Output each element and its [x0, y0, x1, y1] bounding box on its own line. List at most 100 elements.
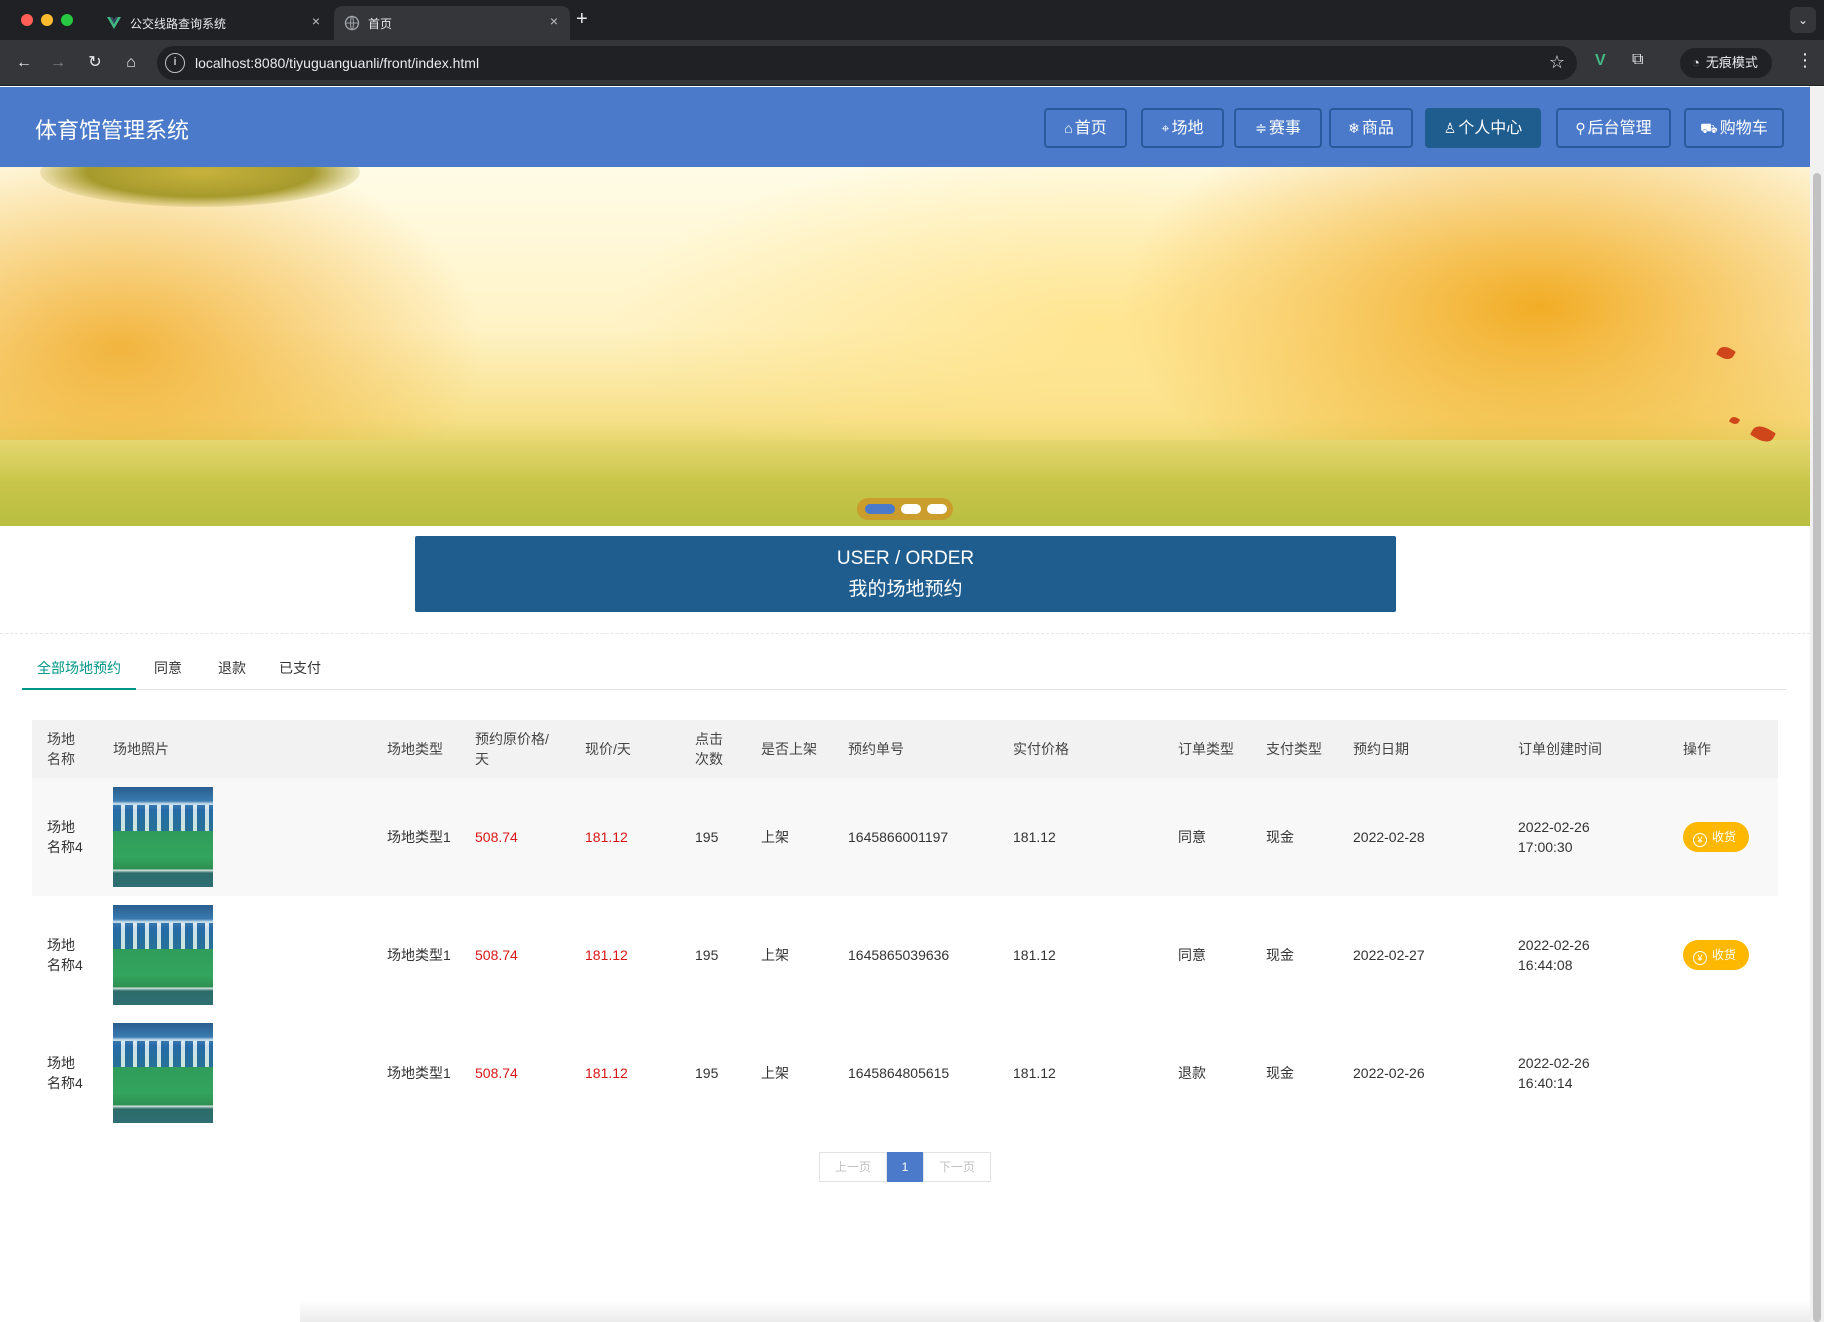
- page-scrollbar[interactable]: [1810, 87, 1824, 1322]
- browser-menu-icon[interactable]: ⋮: [1796, 50, 1814, 71]
- venue-photo[interactable]: [113, 905, 213, 1005]
- header-current-price: 现价/天: [585, 741, 631, 757]
- table-row: 场地名称4 场地类型1 508.74 181.12 195 上架 1645865…: [32, 896, 1778, 1014]
- receive-button-label: 收货: [1712, 948, 1737, 962]
- header-paid-price: 实付价格: [1013, 741, 1069, 757]
- tab-close-icon[interactable]: ×: [550, 13, 558, 29]
- header-venue-name: 场地名称: [47, 731, 75, 767]
- browser-toolbar: ← → ↻ ⌂ i localhost:8080/tiyuguanguanli/…: [0, 40, 1824, 86]
- section-title: USER / ORDER 我的场地预约: [415, 536, 1396, 612]
- venue-photo[interactable]: [113, 1023, 213, 1123]
- created-time: 2022-02-26 17:00:30: [1518, 819, 1590, 855]
- current-price: 181.12: [585, 947, 628, 963]
- venue-type: 场地类型1: [387, 829, 451, 845]
- maple-leaf-icon: [1716, 343, 1736, 363]
- back-arrow-icon[interactable]: ←: [12, 51, 36, 75]
- banner-carousel[interactable]: [0, 167, 1810, 526]
- prev-page-button[interactable]: 上一页: [819, 1152, 887, 1182]
- listed-status: 上架: [761, 1065, 789, 1081]
- browser-tab-bar: 公交线路查询系统 × 首页 × + ⌄: [0, 0, 1824, 40]
- booking-date: 2022-02-26: [1353, 1065, 1425, 1081]
- header-created-time: 订单创建时间: [1518, 741, 1602, 757]
- carousel-dot[interactable]: [927, 504, 947, 514]
- nav-venue[interactable]: ⌖ 场地: [1141, 108, 1224, 148]
- scrollbar-thumb[interactable]: [1813, 173, 1821, 1322]
- receive-button[interactable]: ¥ 收货: [1683, 940, 1750, 970]
- site-info-icon[interactable]: i: [165, 53, 185, 73]
- carousel-dot[interactable]: [901, 504, 921, 514]
- tab-close-icon[interactable]: ×: [312, 13, 320, 29]
- tab-refund[interactable]: 退款: [206, 648, 258, 690]
- nav-admin[interactable]: ⚲ 后台管理: [1556, 108, 1671, 148]
- order-number: 1645864805615: [848, 1065, 950, 1081]
- created-time: 2022-02-26 16:44:08: [1518, 937, 1590, 973]
- url-text[interactable]: localhost:8080/tiyuguanguanli/front/inde…: [195, 55, 479, 71]
- window-minimize-button[interactable]: [41, 14, 53, 26]
- header-venue-photo: 场地照片: [113, 741, 169, 757]
- order-type: 同意: [1178, 829, 1206, 845]
- table-row: 场地名称4 场地类型1 508.74 181.12 195 上架 1645866…: [32, 778, 1778, 896]
- incognito-icon: ◔: [1692, 55, 1700, 70]
- original-price: 508.74: [475, 947, 518, 963]
- paid-price: 181.12: [1013, 947, 1056, 963]
- tag-icon: ⌖: [1161, 120, 1170, 136]
- browser-tab[interactable]: 公交线路查询系统 ×: [96, 6, 332, 40]
- payment-type: 现金: [1266, 829, 1294, 845]
- page-number-current[interactable]: 1: [887, 1152, 923, 1182]
- click-count: 195: [695, 1065, 719, 1081]
- header-order-type: 订单类型: [1178, 741, 1234, 757]
- order-type: 同意: [1178, 947, 1206, 963]
- tab-approved[interactable]: 同意: [142, 648, 194, 690]
- venue-name: 场地名称4: [47, 937, 83, 973]
- nav-cart[interactable]: ⛟ 购物车: [1684, 108, 1784, 148]
- home-icon[interactable]: ⌂: [119, 51, 143, 75]
- cart-icon: ⛟: [1700, 120, 1718, 136]
- window-maximize-button[interactable]: [61, 14, 73, 26]
- paid-price: 181.12: [1013, 1065, 1056, 1081]
- tab-title: 公交线路查询系统: [130, 17, 227, 31]
- venue-photo-windows: [113, 805, 213, 831]
- snowflake-icon: ❄: [1348, 120, 1360, 136]
- reload-icon[interactable]: ↻: [83, 51, 107, 75]
- browser-tab-active[interactable]: 首页 ×: [334, 6, 570, 40]
- forward-arrow-icon[interactable]: →: [46, 51, 70, 75]
- order-number: 1645865039636: [848, 947, 950, 963]
- address-bar[interactable]: i localhost:8080/tiyuguanguanli/front/in…: [157, 46, 1577, 80]
- order-type: 退款: [1178, 1065, 1206, 1081]
- carousel-dot-active[interactable]: [865, 504, 895, 514]
- extensions-puzzle-icon[interactable]: ⧉: [1632, 51, 1643, 69]
- nav-products[interactable]: ❄ 商品: [1329, 108, 1413, 148]
- tab-all-bookings[interactable]: 全部场地预约: [22, 648, 136, 690]
- next-page-button[interactable]: 下一页: [923, 1152, 991, 1182]
- section-title-cn: 我的场地预约: [848, 579, 963, 600]
- venue-name: 场地名称4: [47, 1055, 83, 1091]
- table-header: 场地名称 场地照片 场地类型 预约原价格/天 现价/天 点击次数 是否上架 预约…: [32, 720, 1778, 778]
- header-actions: 操作: [1683, 741, 1711, 757]
- header-booking-date: 预约日期: [1353, 741, 1409, 757]
- venue-photo-windows: [113, 1041, 213, 1067]
- tab-title: 首页: [368, 17, 393, 31]
- nav-events[interactable]: ≑ 赛事: [1234, 108, 1322, 148]
- vue-devtools-icon[interactable]: V: [1595, 52, 1606, 70]
- nav-home[interactable]: ⌂ 首页: [1044, 108, 1127, 148]
- tab-search-chevron-icon[interactable]: ⌄: [1790, 7, 1816, 33]
- sliders-icon: ≑: [1255, 120, 1267, 136]
- home-icon: ⌂: [1064, 120, 1073, 136]
- window-close-button[interactable]: [21, 14, 33, 26]
- click-count: 195: [695, 829, 719, 845]
- yen-icon: ¥: [1693, 833, 1707, 847]
- header-clicks: 点击次数: [695, 731, 723, 767]
- link-icon: ⚲: [1575, 120, 1586, 136]
- banner-tree-foliage: [40, 167, 360, 207]
- receive-button[interactable]: ¥ 收货: [1683, 822, 1750, 852]
- order-filter-tabs: 全部场地预约 同意 退款 已支付: [22, 648, 1786, 690]
- tab-paid[interactable]: 已支付: [270, 648, 330, 690]
- incognito-badge[interactable]: ◔ 无痕模式: [1680, 48, 1772, 78]
- new-tab-button[interactable]: +: [576, 8, 588, 31]
- venue-photo[interactable]: [113, 787, 213, 887]
- booking-date: 2022-02-27: [1353, 947, 1425, 963]
- original-price: 508.74: [475, 829, 518, 845]
- bookmark-star-icon[interactable]: ☆: [1549, 52, 1565, 73]
- vue-logo-icon: [107, 17, 121, 29]
- nav-user-center[interactable]: ♙ 个人中心: [1425, 108, 1541, 148]
